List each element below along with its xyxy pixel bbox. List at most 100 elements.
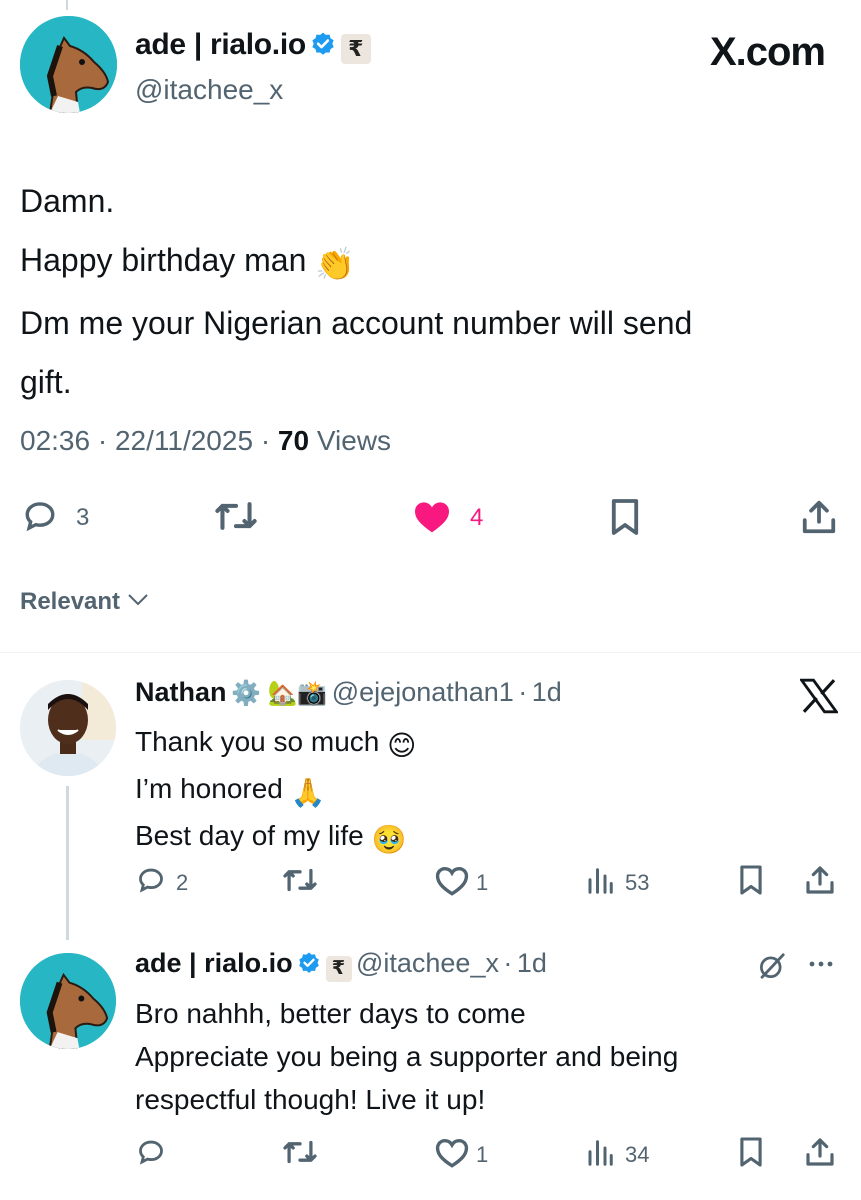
- retweet-icon: [283, 868, 317, 892]
- x-logo-button[interactable]: [798, 678, 840, 719]
- bookmark-icon: [740, 865, 762, 895]
- x-logo-icon: [798, 678, 840, 714]
- reply-author-line-2: ade | rialo.io ₹ @itachee_x · 1d: [135, 948, 547, 982]
- x-com-logo: X.com: [709, 30, 826, 75]
- author-handle[interactable]: @itachee_x: [135, 74, 283, 106]
- author-line: ade | rialo.io ₹: [135, 28, 371, 64]
- bookmark-icon: [740, 1137, 762, 1167]
- reply-line-1: Thank you so much 😊: [135, 720, 416, 767]
- reply-views-count: 53: [625, 870, 650, 895]
- tweet-text: Damn. Happy birthday man 👏 Dm me your Ni…: [20, 172, 840, 412]
- reply-like-button[interactable]: [435, 866, 469, 901]
- like-button[interactable]: [412, 500, 452, 539]
- clap-emoji: 👏: [315, 246, 356, 282]
- tweet-date[interactable]: 22/11/2025: [115, 425, 253, 456]
- views-count: 70: [277, 425, 310, 456]
- reply-icon: [139, 868, 163, 893]
- reply-line-3: respectful though! Live it up!: [135, 1084, 486, 1115]
- thread-connector: [66, 786, 69, 940]
- retweet-button[interactable]: [214, 497, 258, 540]
- tweet-line-1: Damn.: [20, 183, 115, 219]
- tweet-line-3: Dm me your Nigerian account number will …: [20, 305, 693, 341]
- verified-badge-icon: [312, 32, 334, 55]
- reply-share-button[interactable]: [804, 864, 836, 901]
- reply-count: 3: [76, 504, 90, 531]
- sort-label: Relevant: [20, 588, 121, 615]
- meta-sep: ·: [97, 425, 108, 456]
- person-avatar-icon: [20, 680, 116, 776]
- reply-author-handle[interactable]: @itachee_x: [356, 948, 499, 978]
- x-com-text: X.com: [709, 30, 826, 74]
- reply-views-button[interactable]: [585, 1138, 615, 1173]
- reply-button[interactable]: [22, 499, 62, 535]
- reply-share-button[interactable]: [804, 1136, 836, 1173]
- tweet-line-2: Happy birthday man 👏: [20, 231, 840, 294]
- reply-like-button[interactable]: [435, 1138, 469, 1173]
- reply-retweet-button[interactable]: [282, 1137, 318, 1172]
- author-name[interactable]: ade | rialo.io: [135, 28, 306, 61]
- sort-dropdown[interactable]: Relevant: [20, 588, 149, 616]
- reply-author-emojis: ⚙️ 🏡📸: [230, 680, 328, 707]
- reply-line-2: Appreciate you being a supporter and bei…: [135, 1041, 679, 1072]
- reply-line-3: Best day of my life 🥹: [135, 814, 416, 861]
- more-icon: [809, 961, 833, 967]
- reply-bookmark-button[interactable]: [738, 864, 764, 901]
- bookmark-button[interactable]: [609, 497, 641, 542]
- reply-retweet-button[interactable]: [282, 865, 318, 900]
- share-icon: [806, 866, 834, 894]
- tweet-meta: 02:36 · 22/11/2025 · 70 Views: [20, 425, 391, 457]
- views-label: Views: [316, 425, 392, 456]
- reply-author-handle[interactable]: @ejejonathan1: [332, 677, 514, 707]
- reply-reply-button[interactable]: [136, 866, 166, 899]
- retweet-icon: [283, 1140, 317, 1164]
- more-button[interactable]: [806, 954, 836, 979]
- analytics-icon: [588, 868, 613, 894]
- reply-author-line-1: Nathan ⚙️ 🏡📸 @ejejonathan1 · 1d: [135, 677, 562, 708]
- heart-icon: [435, 1138, 469, 1168]
- grok-button[interactable]: [757, 951, 787, 986]
- chevron-down-icon: [128, 594, 148, 606]
- reply-reply-button[interactable]: [136, 1138, 166, 1171]
- reply-avatar-ade[interactable]: [20, 953, 116, 1049]
- reply-icon: [139, 1140, 163, 1165]
- smile-emoji: 😊: [387, 730, 417, 761]
- share-icon: [806, 1138, 834, 1166]
- author-avatar[interactable]: [20, 16, 117, 113]
- reply-like-count: 1: [476, 1142, 489, 1167]
- tweet-time[interactable]: 02:36: [20, 425, 90, 456]
- reply-author-name[interactable]: Nathan: [135, 677, 227, 707]
- reply-bookmark-button[interactable]: [738, 1136, 764, 1173]
- like-count: 4: [470, 504, 484, 531]
- reply-line-3-text: Best day of my life: [135, 820, 364, 851]
- reply-reply-count: 2: [176, 870, 189, 895]
- reply-line-1-text: Thank you so much: [135, 726, 380, 757]
- reply-like-count: 1: [476, 870, 489, 895]
- grok-icon: [760, 953, 785, 979]
- affiliate-badge: ₹: [325, 956, 352, 982]
- heart-icon: [415, 502, 449, 533]
- thread-connector-top: [66, 0, 68, 10]
- reply-age[interactable]: 1d: [532, 677, 562, 707]
- verified-badge-icon: [299, 952, 319, 973]
- tweet-line-2-text: Happy birthday man: [20, 242, 307, 278]
- reply-views-count: 34: [625, 1142, 650, 1167]
- reply-avatar-nathan[interactable]: [20, 680, 116, 776]
- retweet-icon: [215, 502, 257, 530]
- bookmark-icon: [611, 499, 639, 535]
- reply-views-button[interactable]: [585, 866, 615, 901]
- meta-sep: ·: [518, 677, 528, 707]
- meta-sep: ·: [503, 948, 513, 978]
- affiliate-badge: ₹: [340, 34, 371, 64]
- reply-icon: [25, 502, 55, 532]
- share-icon: [802, 500, 836, 534]
- heart-icon: [435, 866, 469, 896]
- reply-author-name[interactable]: ade | rialo.io: [135, 948, 293, 978]
- reply-age[interactable]: 1d: [517, 948, 547, 978]
- share-button[interactable]: [800, 497, 838, 542]
- analytics-icon: [588, 1140, 613, 1166]
- pray-emoji: 🙏: [290, 777, 326, 808]
- horse-avatar-icon: [20, 953, 116, 1049]
- reply-line-2-text: I’m honored: [135, 773, 283, 804]
- reply-line-2: I’m honored 🙏: [135, 767, 416, 814]
- divider: [0, 652, 861, 653]
